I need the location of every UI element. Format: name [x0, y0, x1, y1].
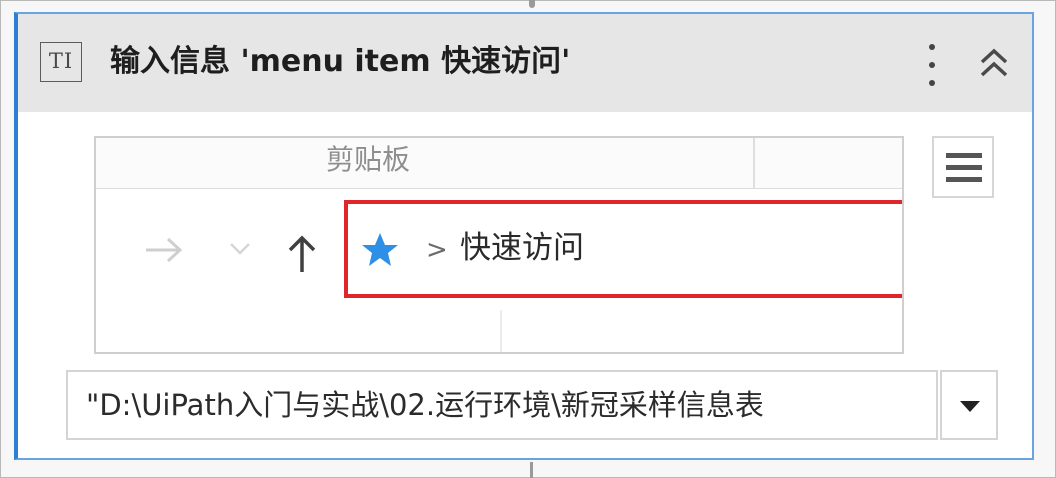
- selector-dropdown-button[interactable]: [940, 370, 998, 440]
- selector-path-value: "D:\UiPath入门与实战\02.运行环境\新冠采样信息表: [86, 388, 764, 422]
- text-input-icon: TI: [40, 42, 82, 82]
- quick-access-star-icon: [362, 233, 398, 266]
- up-arrow-icon: [288, 235, 316, 272]
- collapse-button[interactable]: [973, 42, 1015, 84]
- breadcrumb-separator: >: [426, 235, 448, 265]
- explorer-ribbon: 剪贴板: [96, 138, 902, 189]
- pane-divider: [500, 310, 502, 352]
- double-chevron-up-icon: [980, 48, 1008, 77]
- breadcrumb-quick-access: 快速访问: [460, 230, 584, 266]
- clipboard-group-label: 剪贴板: [326, 143, 411, 176]
- forward-arrow-icon: [146, 237, 183, 263]
- activity-header[interactable]: TI 输入信息 'menu item 快速访问': [18, 14, 1032, 112]
- sequence-connector-bottom: [530, 462, 533, 478]
- selector-path-input[interactable]: "D:\UiPath入门与实战\02.运行环境\新冠采样信息表: [66, 370, 938, 440]
- element-screenshot-preview: 剪贴板 > 快速访问: [94, 136, 904, 354]
- address-bar-highlight: > 快速访问: [344, 200, 902, 298]
- options-menu-button[interactable]: [932, 136, 994, 198]
- chevron-down-icon: [230, 243, 250, 255]
- type-into-activity-card[interactable]: TI 输入信息 'menu item 快速访问' 剪贴板 > 快速访问 "D:\…: [14, 12, 1034, 460]
- activity-body: 剪贴板 > 快速访问 "D:\UiPath入门与实战\02.运行环境\新冠采样信…: [18, 112, 1032, 458]
- ribbon-divider: [753, 138, 755, 188]
- sequence-connector-top: [529, 0, 535, 8]
- dropdown-arrow-icon: [960, 401, 980, 412]
- more-options-icon[interactable]: [921, 38, 943, 92]
- hamburger-menu-icon: [946, 153, 982, 158]
- activity-title[interactable]: 输入信息 'menu item 快速访问': [110, 40, 570, 84]
